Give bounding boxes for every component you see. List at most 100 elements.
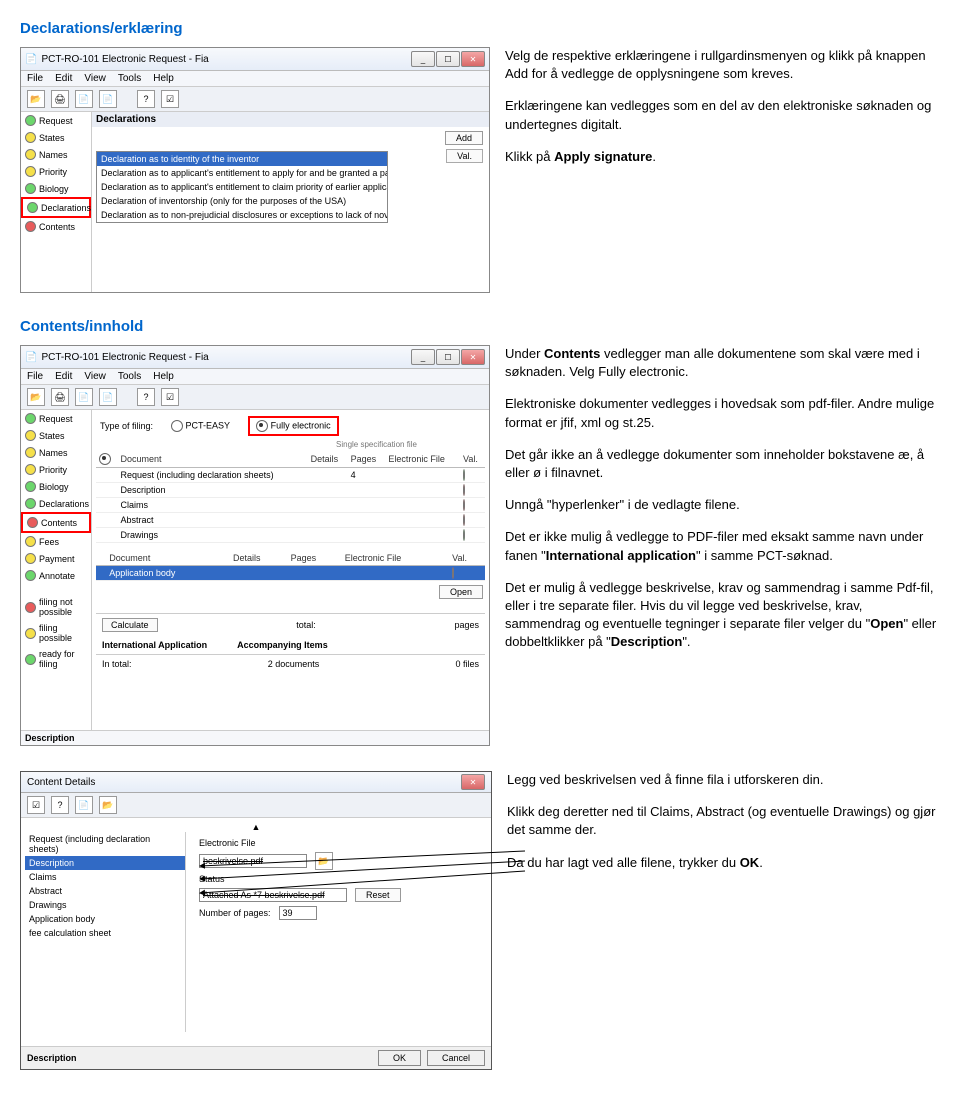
- instruction-text: Klikk deg deretter ned til Claims, Abstr…: [507, 803, 940, 839]
- titlebar: 📄 PCT-RO-101 Electronic Request - Fia _ …: [21, 48, 489, 71]
- menu-tools[interactable]: Tools: [118, 371, 141, 382]
- list-item[interactable]: Application body: [25, 912, 185, 926]
- sidebar-item-request[interactable]: Request: [21, 410, 91, 427]
- dropdown-selected[interactable]: Declaration as to identity of the invent…: [97, 152, 387, 166]
- col-details: Details: [230, 551, 288, 566]
- sidebar-item-biology[interactable]: Biology: [21, 478, 91, 495]
- sidebar-item-names[interactable]: Names: [21, 444, 91, 461]
- toolbar-help-icon[interactable]: ?: [51, 796, 69, 814]
- open-button[interactable]: Open: [439, 585, 483, 599]
- table-row-appbody[interactable]: Application body: [96, 566, 485, 581]
- cancel-button[interactable]: Cancel: [427, 1050, 485, 1066]
- toolbar-doc-icon[interactable]: 📄: [75, 388, 93, 406]
- list-item-description[interactable]: Description: [25, 856, 185, 870]
- toolbar-doc2-icon[interactable]: 📄: [99, 90, 117, 108]
- close-button[interactable]: ✕: [461, 51, 485, 67]
- dropdown-option[interactable]: Declaration as to applicant's entitlemen…: [97, 166, 387, 180]
- toolbar-help-icon[interactable]: ?: [137, 388, 155, 406]
- pages-label: pages: [454, 620, 479, 630]
- menubar: File Edit View Tools Help: [21, 369, 489, 385]
- menu-view[interactable]: View: [84, 73, 106, 84]
- add-button[interactable]: Add: [445, 131, 483, 145]
- ef-input[interactable]: beskrivelse.pdf: [199, 854, 307, 868]
- table-row[interactable]: Description: [96, 483, 485, 498]
- minimize-button[interactable]: _: [411, 349, 435, 365]
- dropdown-option[interactable]: Declaration as to non-prejudicial disclo…: [97, 208, 387, 222]
- list-item-drawings[interactable]: Drawings: [25, 898, 185, 912]
- sidebar-item-names[interactable]: Names: [21, 146, 91, 163]
- toolbar-doc-icon[interactable]: 📄: [75, 90, 93, 108]
- menu-view[interactable]: View: [84, 371, 106, 382]
- sidebar-item-priority[interactable]: Priority: [21, 163, 91, 180]
- documents-table-2: Document Details Pages Electronic File V…: [96, 551, 485, 581]
- toolbar-print-icon[interactable]: 🖨: [51, 90, 69, 108]
- sidebar-item-contents[interactable]: Contents: [21, 512, 91, 533]
- menu-help[interactable]: Help: [153, 73, 174, 84]
- close-button[interactable]: ✕: [461, 349, 485, 365]
- col-electronic-file: Electronic File: [385, 451, 460, 468]
- toolbar-doc2-icon[interactable]: 📄: [99, 388, 117, 406]
- toolbar-help-icon[interactable]: ?: [137, 90, 155, 108]
- table-row[interactable]: Request (including declaration sheets)4: [96, 468, 485, 483]
- toolbar-doc-icon[interactable]: 📄: [75, 796, 93, 814]
- col-details: Details: [308, 451, 348, 468]
- num-pages-input[interactable]: 39: [279, 906, 317, 920]
- sidebar-item-declarations[interactable]: Declarations: [21, 197, 91, 218]
- sidebar-item-contents[interactable]: Contents: [21, 218, 91, 235]
- instruction-text: Legg ved beskrivelsen ved å finne fila i…: [507, 771, 940, 789]
- dropdown-option[interactable]: Declaration as to applicant's entitlemen…: [97, 180, 387, 194]
- sidebar-item-annotate[interactable]: Annotate: [21, 567, 91, 584]
- toolbar-check-icon[interactable]: ☑: [161, 388, 179, 406]
- total-label: total:: [296, 620, 316, 630]
- sidebar-item-states[interactable]: States: [21, 427, 91, 444]
- browse-button[interactable]: 📂: [315, 852, 333, 870]
- reset-button[interactable]: Reset: [355, 888, 401, 902]
- document-list: Request (including declaration sheets) D…: [25, 832, 186, 1032]
- menu-file[interactable]: File: [27, 371, 43, 382]
- contents-window: 📄 PCT-RO-101 Electronic Request - Fia _ …: [20, 345, 490, 746]
- menu-file[interactable]: File: [27, 73, 43, 84]
- sidebar-item-priority[interactable]: Priority: [21, 461, 91, 478]
- list-item[interactable]: Request (including declaration sheets): [25, 832, 185, 856]
- minimize-button[interactable]: _: [411, 51, 435, 67]
- toolbar-open-icon[interactable]: 📂: [99, 796, 117, 814]
- declaration-dropdown[interactable]: Declaration as to identity of the invent…: [96, 151, 388, 223]
- ef-label: Electronic File: [199, 838, 256, 848]
- sidebar-item-payment[interactable]: Payment: [21, 550, 91, 567]
- toolbar-check-icon[interactable]: ☑: [27, 796, 45, 814]
- table-row[interactable]: Drawings: [96, 528, 485, 543]
- maximize-button[interactable]: ☐: [436, 349, 460, 365]
- table-row[interactable]: Claims: [96, 498, 485, 513]
- ok-button[interactable]: OK: [378, 1050, 421, 1066]
- table-row[interactable]: Abstract: [96, 513, 485, 528]
- menu-tools[interactable]: Tools: [118, 73, 141, 84]
- val-button[interactable]: Val.: [446, 149, 483, 163]
- list-item[interactable]: fee calculation sheet: [25, 926, 185, 940]
- sidebar-item-states[interactable]: States: [21, 129, 91, 146]
- toolbar-check-icon[interactable]: ☑: [161, 90, 179, 108]
- files-count: 0: [455, 659, 460, 669]
- dialog-footer-desc: Description: [27, 1053, 77, 1063]
- menu-edit[interactable]: Edit: [55, 73, 72, 84]
- sidebar-item-request[interactable]: Request: [21, 112, 91, 129]
- dialog-toolbar: ☑ ? 📄 📂: [21, 793, 491, 818]
- list-item-abstract[interactable]: Abstract: [25, 884, 185, 898]
- sidebar-item-declarations[interactable]: Declarations: [21, 495, 91, 512]
- toolbar-print-icon[interactable]: 🖨: [51, 388, 69, 406]
- status-not-possible: filing not possible: [21, 594, 91, 620]
- col-pages: Pages: [288, 551, 342, 566]
- dropdown-option[interactable]: Declaration of inventorship (only for th…: [97, 194, 387, 208]
- maximize-button[interactable]: ☐: [436, 51, 460, 67]
- dialog-close-button[interactable]: ✕: [461, 774, 485, 790]
- toolbar-open-icon[interactable]: 📂: [27, 388, 45, 406]
- radio-fully-electronic[interactable]: Fully electronic: [248, 416, 339, 436]
- sidebar-item-biology[interactable]: Biology: [21, 180, 91, 197]
- section-title: Contents/innhold: [20, 318, 940, 335]
- calculate-button[interactable]: Calculate: [102, 618, 158, 632]
- sidebar-item-fees[interactable]: Fees: [21, 533, 91, 550]
- list-item-claims[interactable]: Claims: [25, 870, 185, 884]
- menu-edit[interactable]: Edit: [55, 371, 72, 382]
- menu-help[interactable]: Help: [153, 371, 174, 382]
- toolbar-open-icon[interactable]: 📂: [27, 90, 45, 108]
- radio-pct-easy[interactable]: PCT-EASY: [171, 420, 230, 432]
